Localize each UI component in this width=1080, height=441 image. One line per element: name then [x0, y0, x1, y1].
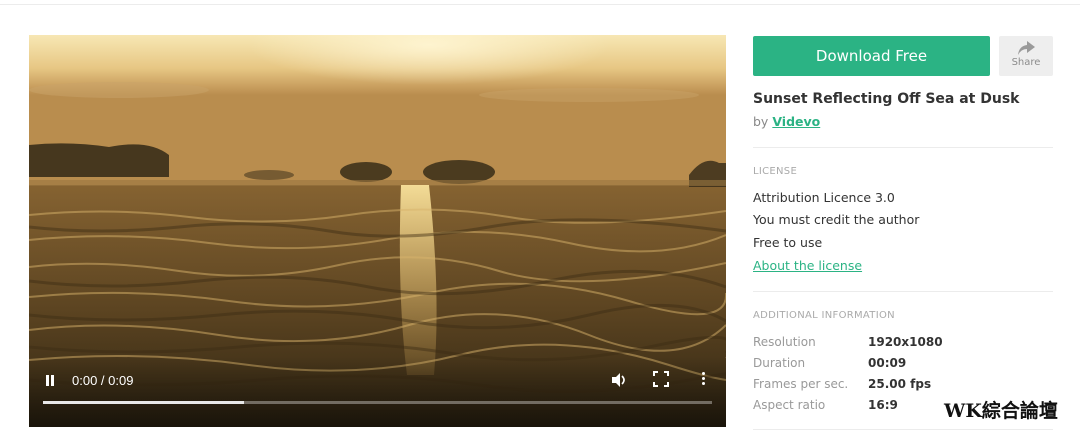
license-line: You must credit the author: [753, 212, 920, 227]
info-label-aspect: Aspect ratio: [753, 398, 826, 412]
info-value-aspect: 16:9: [868, 398, 898, 412]
progress-fill: [43, 401, 244, 404]
clip-title: Sunset Reflecting Off Sea at Dusk: [753, 91, 1020, 107]
info-label-resolution: Resolution: [753, 335, 816, 349]
volume-icon[interactable]: [610, 371, 628, 389]
info-value-resolution: 1920x1080: [868, 335, 943, 349]
pause-icon[interactable]: [41, 372, 59, 390]
by-prefix: by: [753, 114, 769, 129]
author-byline: by Videvo: [753, 114, 820, 129]
progress-bar[interactable]: [43, 401, 712, 404]
more-options-icon[interactable]: [695, 370, 713, 388]
share-button[interactable]: Share: [999, 36, 1053, 76]
watermark: WK綜合論壇: [944, 400, 1058, 422]
info-value-fps: 25.00 fps: [868, 377, 932, 391]
time-display: 0:00 / 0:09: [72, 373, 134, 388]
video-controls: 0:00 / 0:09: [29, 357, 726, 427]
info-label-fps: Frames per sec.: [753, 377, 849, 391]
share-label: Share: [1011, 57, 1041, 68]
fullscreen-icon[interactable]: [653, 371, 669, 387]
info-label-duration: Duration: [753, 356, 806, 370]
about-license-link[interactable]: About the license: [753, 258, 862, 273]
download-button[interactable]: Download Free: [753, 36, 990, 76]
video-player[interactable]: 0:00 / 0:09: [29, 35, 726, 427]
license-line: Free to use: [753, 235, 823, 250]
license-line: Attribution Licence 3.0: [753, 190, 895, 205]
divider: [753, 291, 1053, 292]
top-divider: [0, 4, 1080, 5]
author-link[interactable]: Videvo: [772, 114, 820, 129]
controls-shade: [29, 357, 726, 427]
divider: [753, 147, 1053, 148]
info-value-duration: 00:09: [868, 356, 907, 370]
info-heading: ADDITIONAL INFORMATION: [753, 310, 895, 321]
share-icon: [1018, 41, 1035, 55]
divider: [753, 429, 1053, 430]
license-heading: LICENSE: [753, 166, 798, 177]
